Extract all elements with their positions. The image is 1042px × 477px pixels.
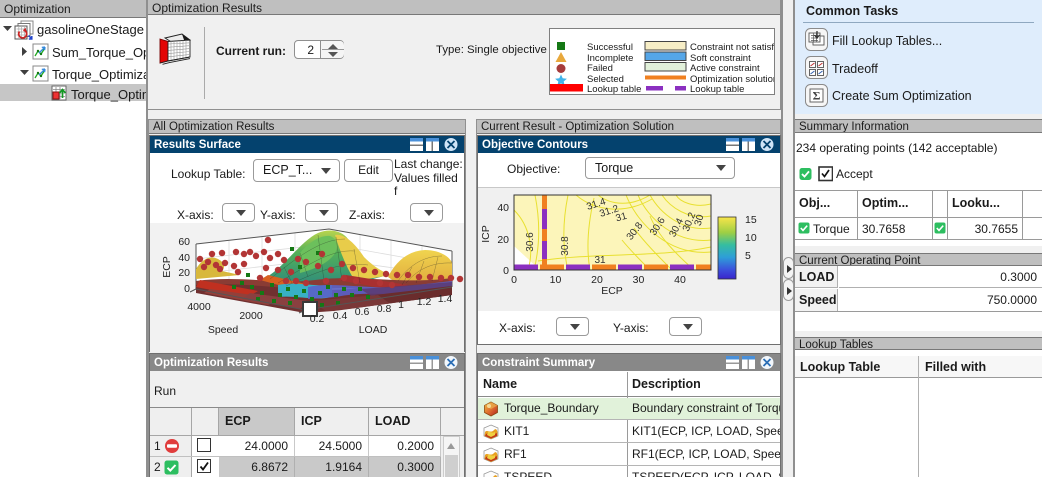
svg-text:30.8: 30.8 <box>560 236 571 256</box>
svg-text:60: 60 <box>178 236 190 248</box>
svg-text:0.4: 0.4 <box>333 310 348 322</box>
svg-text:10: 10 <box>550 274 562 286</box>
svg-text:2000: 2000 <box>239 310 263 322</box>
svg-text:0.2: 0.2 <box>310 313 325 325</box>
svg-text:LOAD: LOAD <box>359 324 388 336</box>
svg-text:10: 10 <box>745 232 757 244</box>
svg-text:30: 30 <box>633 274 645 286</box>
svg-text:0: 0 <box>184 283 190 295</box>
svg-text:0: 0 <box>511 274 517 286</box>
svg-text:30.6: 30.6 <box>525 232 536 252</box>
svg-text:31: 31 <box>594 255 606 266</box>
svg-text:15: 15 <box>745 214 757 226</box>
svg-text:40: 40 <box>674 274 686 286</box>
svg-text:1.4: 1.4 <box>438 293 453 305</box>
svg-text:20: 20 <box>497 234 509 246</box>
svg-text:ECP: ECP <box>601 285 623 297</box>
svg-text:ICP: ICP <box>480 225 492 243</box>
svg-text:1: 1 <box>398 299 404 311</box>
svg-text:1.2: 1.2 <box>417 296 432 308</box>
svg-text:20: 20 <box>178 267 190 279</box>
svg-text:ECP: ECP <box>161 256 173 278</box>
svg-text:5: 5 <box>745 250 751 262</box>
svg-text:40: 40 <box>178 252 190 264</box>
svg-text:0.6: 0.6 <box>355 306 370 318</box>
svg-text:Speed: Speed <box>208 324 239 336</box>
svg-text:Σ: Σ <box>813 89 821 103</box>
svg-text:0.8: 0.8 <box>377 303 392 315</box>
svg-text:4000: 4000 <box>187 301 211 313</box>
svg-text:0: 0 <box>503 265 509 277</box>
svg-text:40: 40 <box>497 202 509 214</box>
